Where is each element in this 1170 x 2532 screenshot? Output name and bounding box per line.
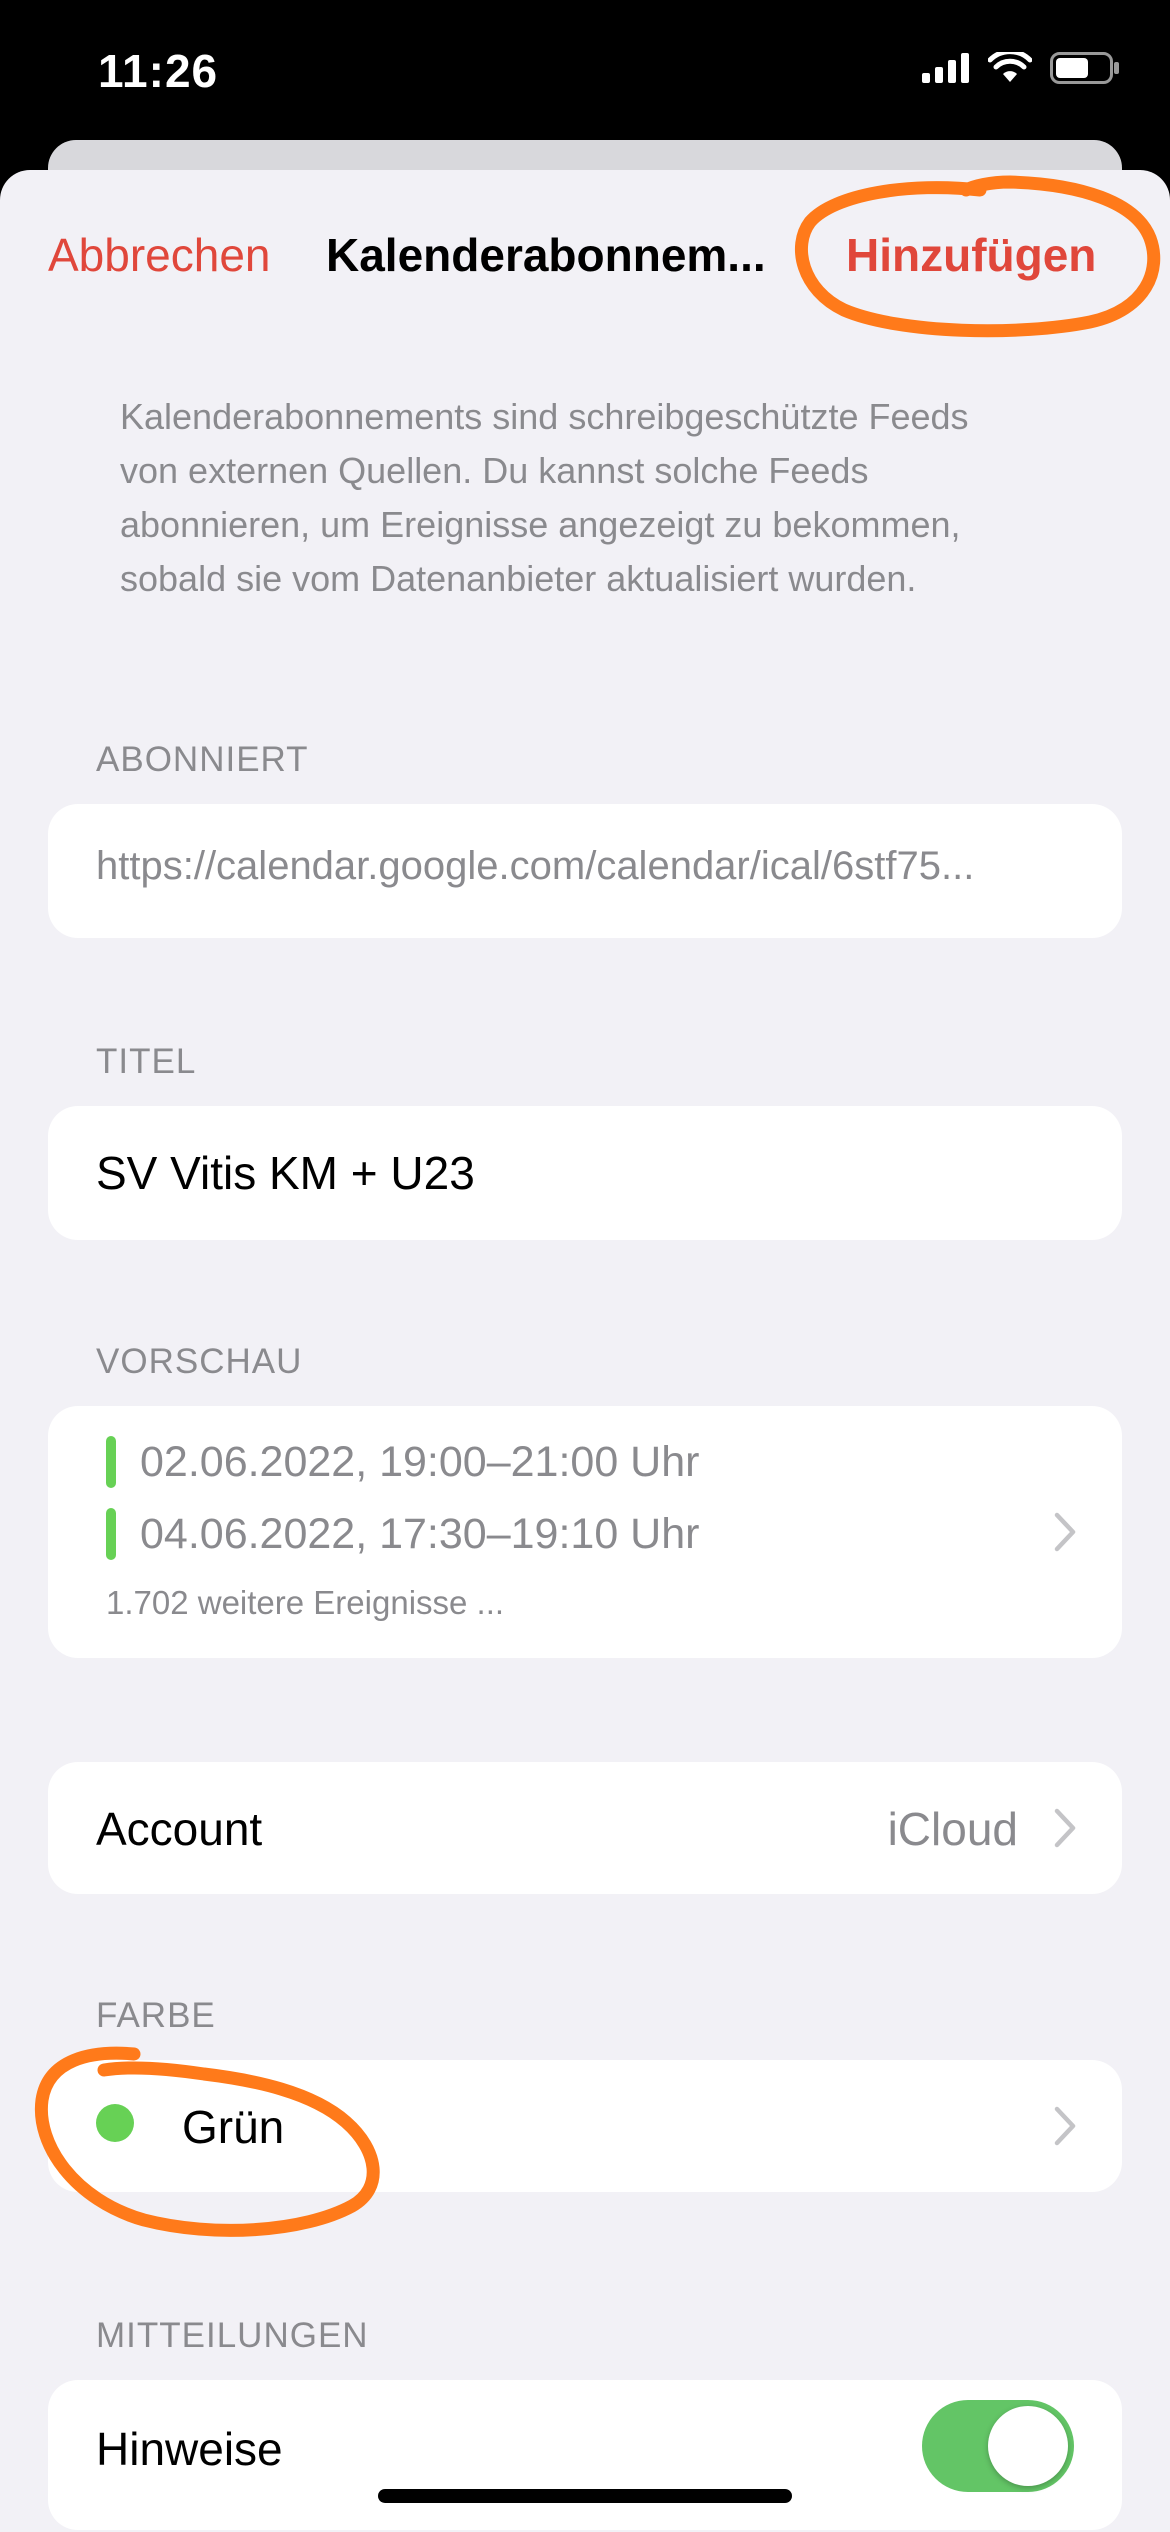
color-value: Grün — [182, 2101, 285, 2153]
preview-event: 04.06.2022, 17:30–19:10 Uhr — [106, 1508, 699, 1560]
toggle-knob — [988, 2406, 1068, 2486]
section-label-subscribed: ABONNIERT — [96, 740, 309, 779]
account-row[interactable]: Account iCloud — [48, 1762, 1122, 1894]
alerts-toggle[interactable] — [922, 2400, 1074, 2492]
account-value: iCloud — [887, 1803, 1018, 1855]
add-button[interactable]: Hinzufügen — [846, 228, 1096, 282]
status-bar: 11:26 — [0, 0, 1170, 150]
navigation-bar: Abbrechen Kalenderabonnem... Hinzufügen — [0, 170, 1170, 340]
title-value: SV Vitis KM + U23 — [96, 1147, 475, 1199]
subscribed-url: https://calendar.google.com/calendar/ica… — [96, 844, 975, 888]
event-color-bar — [106, 1436, 116, 1488]
alerts-row: Hinweise — [48, 2380, 1122, 2530]
alerts-label: Hinweise — [96, 2423, 283, 2475]
more-events-text: 1.702 weitere Ereignisse ... — [106, 1584, 505, 1621]
section-label-preview: VORSCHAU — [96, 1342, 303, 1381]
subscription-sheet: Abbrechen Kalenderabonnem... Hinzufügen … — [0, 170, 1170, 2532]
status-time: 11:26 — [98, 45, 219, 97]
event-color-bar — [106, 1508, 116, 1560]
intro-text: Kalenderabonnements sind schreibgeschütz… — [120, 396, 969, 599]
nav-title: Kalenderabonnem... — [326, 229, 766, 281]
chevron-right-icon — [1054, 1512, 1076, 1552]
cancel-button[interactable]: Abbrechen — [48, 228, 271, 282]
chevron-right-icon — [1054, 1808, 1076, 1848]
section-label-color: FARBE — [96, 1996, 216, 2035]
preview-event-text: 02.06.2022, 19:00–21:00 Uhr — [140, 1437, 700, 1486]
account-label: Account — [96, 1803, 263, 1855]
preview-row[interactable]: 02.06.2022, 19:00–21:00 Uhr 04.06.2022, … — [48, 1406, 1122, 1658]
status-icons — [922, 52, 1120, 84]
subscribed-url-field[interactable]: https://calendar.google.com/calendar/ica… — [48, 804, 1122, 938]
color-row[interactable]: Grün — [48, 2060, 1122, 2192]
signal-icon — [922, 53, 969, 83]
battery-icon — [1050, 52, 1119, 84]
section-label-title: TITEL — [96, 1042, 197, 1081]
home-indicator — [378, 2489, 792, 2503]
preview-event: 02.06.2022, 19:00–21:00 Uhr — [106, 1436, 699, 1488]
preview-event-text: 04.06.2022, 17:30–19:10 Uhr — [140, 1509, 700, 1558]
color-swatch — [96, 2104, 134, 2142]
section-label-notifications: MITTEILUNGEN — [96, 2316, 369, 2355]
chevron-right-icon — [1054, 2106, 1076, 2146]
title-field[interactable]: SV Vitis KM + U23 — [48, 1106, 1122, 1240]
wifi-icon — [988, 52, 1032, 82]
